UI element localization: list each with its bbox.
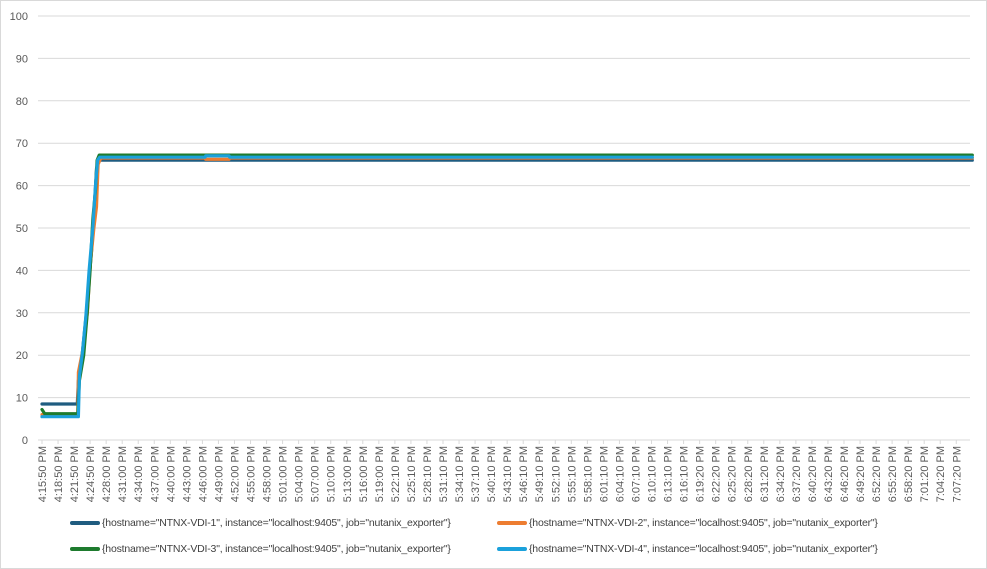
x-tick-label: 4:28:00 PM	[101, 446, 113, 502]
x-tick-label: 4:49:00 PM	[213, 446, 225, 502]
x-tick-label: 5:28:10 PM	[422, 446, 434, 502]
x-tick-label: 6:40:20 PM	[807, 446, 819, 502]
x-tick-label: 5:01:00 PM	[278, 446, 290, 502]
x-tick-label: 5:55:10 PM	[566, 446, 578, 502]
x-tick-label: 4:46:00 PM	[197, 446, 209, 502]
x-tick-label: 4:40:00 PM	[165, 446, 177, 502]
x-tick-label: 5:13:00 PM	[342, 446, 354, 502]
y-tick-label: 70	[16, 138, 28, 150]
x-tick-label: 6:37:20 PM	[791, 446, 803, 502]
x-tick-label: 6:31:20 PM	[759, 446, 771, 502]
x-tick-label: 4:52:00 PM	[229, 446, 241, 502]
x-tick-label: 6:04:10 PM	[614, 446, 626, 502]
legend-swatch	[70, 547, 100, 551]
x-tick-label: 5:49:10 PM	[534, 446, 546, 502]
x-tick-label: 6:13:10 PM	[663, 446, 675, 502]
x-tick-label: 6:19:20 PM	[695, 446, 707, 502]
legend-item-vdi-2: {hostname="NTNX-VDI-2", instance="localh…	[497, 517, 878, 529]
x-tick-label: 6:25:20 PM	[727, 446, 739, 502]
x-tick-label: 5:52:10 PM	[550, 446, 562, 502]
x-tick-label: 6:16:10 PM	[679, 446, 691, 502]
x-tick-label: 5:34:10 PM	[454, 446, 466, 502]
x-tick-label: 6:43:20 PM	[823, 446, 835, 502]
x-tick-label: 5:22:10 PM	[390, 446, 402, 502]
x-tick-label: 5:31:10 PM	[438, 446, 450, 502]
x-tick-label: 5:04:00 PM	[294, 446, 306, 502]
legend-item-vdi-1: {hostname="NTNX-VDI-1", instance="localh…	[70, 517, 451, 529]
y-tick-label: 60	[16, 181, 28, 193]
x-tick-label: 4:31:00 PM	[117, 446, 129, 502]
x-tick-label: 5:40:10 PM	[486, 446, 498, 502]
x-tick-label: 4:18:50 PM	[53, 446, 65, 502]
y-tick-label: 80	[16, 96, 28, 108]
x-tick-label: 5:07:00 PM	[310, 446, 322, 502]
series-line-vdi-2	[40, 156, 974, 417]
x-tick-label: 6:10:10 PM	[647, 446, 659, 502]
legend-label: {hostname="NTNX-VDI-2", instance="localh…	[529, 517, 878, 529]
x-tick-label: 4:37:00 PM	[149, 446, 161, 502]
x-tick-label: 6:46:20 PM	[839, 446, 851, 502]
legend-swatch	[497, 547, 527, 551]
y-tick-label: 30	[16, 308, 28, 320]
x-tick-label: 5:37:10 PM	[470, 446, 482, 502]
legend-item-vdi-3: {hostname="NTNX-VDI-3", instance="localh…	[70, 543, 451, 555]
x-tick-label: 6:55:20 PM	[887, 446, 899, 502]
y-tick-label: 0	[22, 435, 28, 447]
series-line-vdi-4	[40, 154, 974, 419]
series-line-vdi-3	[40, 153, 974, 416]
legend-label: {hostname="NTNX-VDI-3", instance="localh…	[102, 543, 451, 555]
legend-swatch	[70, 521, 100, 525]
x-tick-label: 6:01:10 PM	[598, 446, 610, 502]
line-chart: 0 10 20 30 40 50 60 70 80 90 100 4:15:50 PM 4:18:50 …	[10, 11, 974, 502]
x-tick-label: 6:58:20 PM	[903, 446, 915, 502]
x-tick-label: 4:58:00 PM	[262, 446, 274, 502]
x-tick-label: 7:07:20 PM	[951, 446, 963, 502]
x-tick-label: 5:58:10 PM	[582, 446, 594, 502]
legend-label: {hostname="NTNX-VDI-1", instance="localh…	[102, 517, 451, 529]
x-tick-label: 6:49:20 PM	[855, 446, 867, 502]
legend-item-vdi-4: {hostname="NTNX-VDI-4", instance="localh…	[497, 543, 878, 555]
x-tick-label: 4:43:00 PM	[181, 446, 193, 502]
x-tick-label: 6:52:20 PM	[871, 446, 883, 502]
y-tick-label: 50	[16, 223, 28, 235]
x-tick-label: 4:21:50 PM	[69, 446, 81, 502]
y-tick-label: 40	[16, 265, 28, 277]
x-tick-label: 6:28:20 PM	[743, 446, 755, 502]
x-tick-label: 5:43:10 PM	[502, 446, 514, 502]
x-tick-label: 4:15:50 PM	[37, 446, 49, 502]
x-tick-label: 4:34:00 PM	[133, 446, 145, 502]
series-line-vdi-1	[40, 158, 974, 406]
x-tick-label: 5:46:10 PM	[518, 446, 530, 502]
x-tick-label: 4:24:50 PM	[85, 446, 97, 502]
legend-swatch	[497, 521, 527, 525]
x-tick-label: 6:22:20 PM	[711, 446, 723, 502]
legend-label: {hostname="NTNX-VDI-4", instance="localh…	[529, 543, 878, 555]
y-tick-label: 20	[16, 350, 28, 362]
x-tick-label: 4:55:00 PM	[246, 446, 258, 502]
x-tick-label: 7:01:20 PM	[919, 446, 931, 502]
x-tick-label: 6:34:20 PM	[775, 446, 787, 502]
y-tick-label: 90	[16, 53, 28, 65]
x-tick-label: 5:25:10 PM	[406, 446, 418, 502]
x-tick-label: 5:10:00 PM	[326, 446, 338, 502]
x-tick-label: 5:19:00 PM	[374, 446, 386, 502]
x-tick-label: 5:16:00 PM	[358, 446, 370, 502]
y-tick-label: 10	[16, 393, 28, 405]
y-tick-label: 100	[10, 11, 28, 23]
x-tick-label: 6:07:10 PM	[630, 446, 642, 502]
x-tick-label: 7:04:20 PM	[935, 446, 947, 502]
